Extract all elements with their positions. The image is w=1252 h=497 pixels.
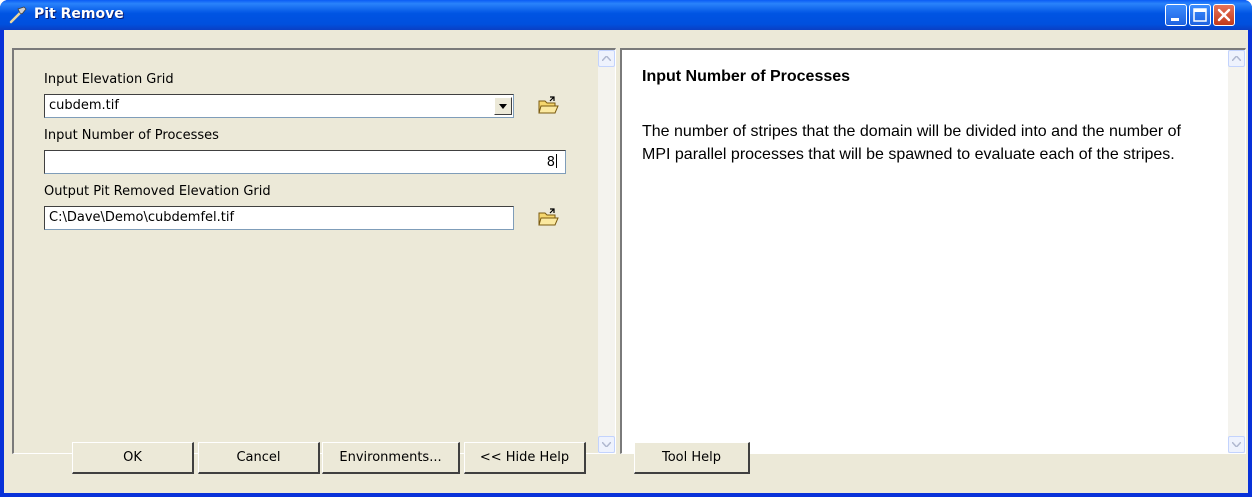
help-scrollbar[interactable] [1228,50,1245,453]
chevron-down-icon [602,442,611,447]
help-title: Input Number of Processes [642,68,851,85]
pit-remove-window: Pit Remove Input Elevation Grid cubdem.t… [0,0,1252,497]
hide-help-button[interactable]: << Hide Help [464,442,586,474]
close-button[interactable] [1213,4,1235,26]
ok-button[interactable]: OK [72,442,194,474]
help-body: The number of stripes that the domain wi… [642,123,1181,163]
elevation-grid-browse-button[interactable] [536,94,560,118]
scroll-down-button[interactable] [1228,436,1245,453]
window-title: Pit Remove [34,6,124,22]
output-grid-label: Output Pit Removed Elevation Grid [44,184,271,199]
chevron-up-icon [1232,56,1241,61]
maximize-icon [1193,8,1207,22]
environments-button[interactable]: Environments... [322,442,460,474]
elevation-grid-dropdown-button[interactable] [494,97,512,115]
scroll-up-button[interactable] [1228,50,1245,67]
help-pane: Input Number of Processes The number of … [620,48,1246,454]
elevation-grid-combobox[interactable]: cubdem.tif [44,94,514,118]
output-grid-input[interactable]: C:\Dave\Demo\cubdemfel.tif [44,206,514,230]
chevron-up-icon [602,56,611,61]
parameters-scrollbar[interactable] [598,50,615,453]
output-grid-browse-button[interactable] [536,206,560,230]
chevron-down-icon [1232,442,1241,447]
chevron-down-icon [499,104,507,109]
output-grid-value: C:\Dave\Demo\cubdemfel.tif [49,210,235,225]
dialog-client-area: Input Elevation Grid cubdem.tif Input Nu… [4,30,1248,493]
minimize-button[interactable] [1165,4,1187,26]
title-bar[interactable]: Pit Remove [0,0,1252,30]
maximize-button[interactable] [1189,4,1211,26]
scroll-down-button[interactable] [598,436,615,453]
elevation-grid-value: cubdem.tif [49,98,119,113]
num-processes-input[interactable]: 8 [44,150,566,174]
num-processes-value: 8 [546,155,555,170]
open-folder-icon [538,208,559,226]
parameters-pane: Input Elevation Grid cubdem.tif Input Nu… [12,48,616,454]
text-caret [556,154,557,168]
open-folder-icon [538,96,559,114]
num-processes-label: Input Number of Processes [44,128,219,143]
cancel-button[interactable]: Cancel [198,442,320,474]
minimize-icon [1171,18,1179,21]
close-icon [1217,8,1231,22]
tool-help-button[interactable]: Tool Help [634,442,750,474]
hammer-tool-icon [8,5,28,25]
elevation-grid-label: Input Elevation Grid [44,72,174,87]
scroll-up-button[interactable] [598,50,615,67]
